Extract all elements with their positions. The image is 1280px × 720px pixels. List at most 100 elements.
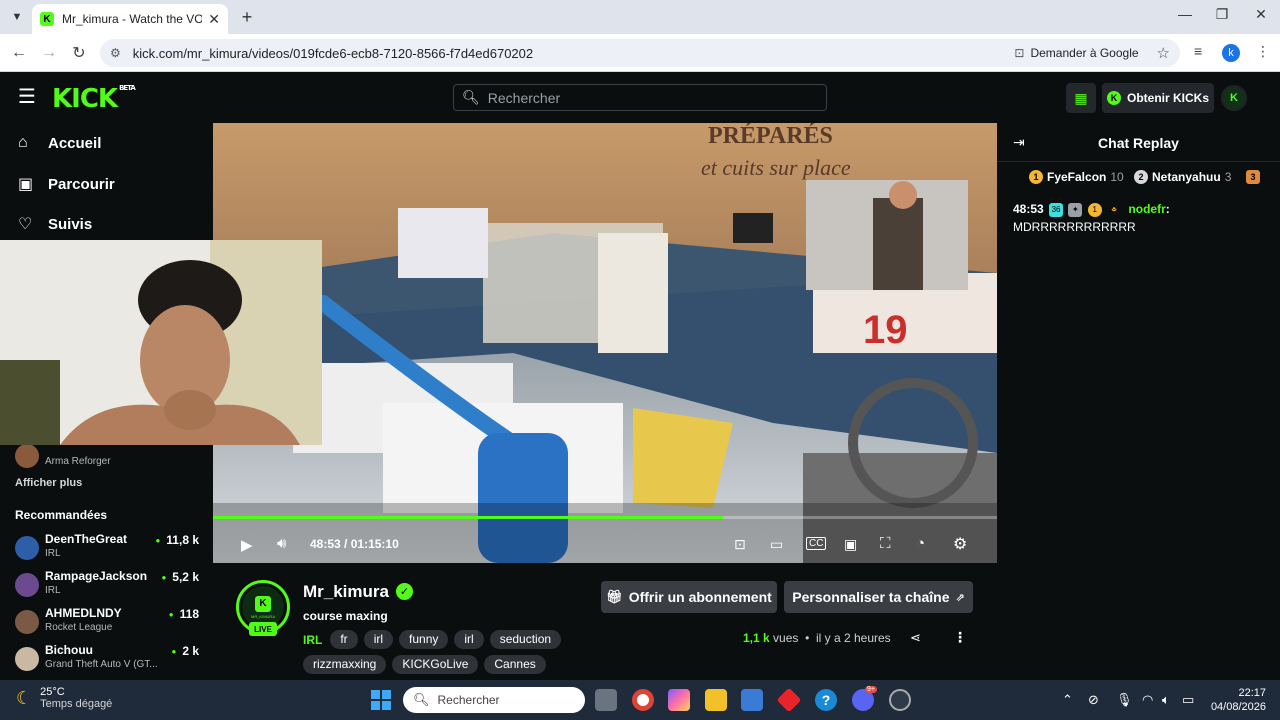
bookmark-star-icon[interactable]: ☆ — [1157, 44, 1170, 62]
kick-logo[interactable]: KICK BETA — [52, 84, 136, 114]
reload-icon[interactable]: ↻ — [68, 42, 90, 64]
taskbar-clock[interactable]: 22:17 04/08/2026 — [1210, 686, 1266, 714]
file-explorer-icon[interactable] — [705, 689, 727, 711]
new-tab-icon[interactable]: + — [236, 6, 258, 28]
copilot-icon[interactable] — [668, 689, 690, 711]
tab-close-icon[interactable]: ✕ — [208, 11, 220, 28]
volume-icon[interactable]: 🔊︎ — [277, 535, 286, 552]
sidebar-item-following[interactable]: ♡ Suivis — [18, 214, 92, 234]
back-icon[interactable]: ← — [8, 42, 30, 64]
clip-icon[interactable]: ⊡ — [734, 536, 746, 553]
tag[interactable]: funny — [399, 630, 449, 649]
channel-avatar — [15, 536, 39, 560]
window-close-icon[interactable]: ✕ — [1246, 6, 1276, 23]
tag[interactable]: seduction — [489, 630, 562, 649]
sidebar-item-home[interactable]: ⌂ Accueil — [18, 134, 101, 152]
browser-tab[interactable]: K Mr_kimura - Watch the VOD on ✕ — [32, 4, 228, 34]
recommended-channel[interactable]: DeenTheGreat IRL 11,8 k — [15, 532, 205, 566]
heart-icon: ♡ — [18, 216, 33, 233]
weather-widget[interactable]: ☾ 25°C Temps dégagé — [16, 686, 112, 710]
tag[interactable]: fr — [330, 630, 358, 649]
battery-icon[interactable]: ▭ — [1182, 692, 1194, 708]
recommended-channel[interactable]: Bichouu Grand Theft Auto V (GT... 2 k — [15, 643, 205, 677]
leaderboard-entry[interactable]: 2 Netanyahuu 3 — [1134, 170, 1231, 184]
tray-app-icon[interactable]: ⊘ — [1088, 692, 1099, 708]
tag[interactable]: irl — [363, 630, 394, 649]
help-icon[interactable]: ? — [815, 689, 837, 711]
message-username[interactable]: nodefr — [1128, 202, 1165, 216]
tab-search-dropdown-icon[interactable]: ▼ — [6, 6, 28, 28]
store-icon[interactable]: ▦ — [1066, 83, 1096, 113]
theater-icon[interactable]: ▭ — [770, 536, 783, 553]
lens-icon: ⊡ — [1014, 46, 1025, 60]
browser-menu-icon[interactable]: ⋮ — [1256, 43, 1270, 60]
url-text[interactable]: kick.com/mr_kimura/videos/019fcde6-ecb8-… — [133, 46, 1015, 61]
get-kicks-button[interactable]: K Obtenir KICKs — [1102, 83, 1214, 113]
subscriber-badge: 36 — [1049, 202, 1064, 217]
captions-icon[interactable]: CC — [806, 537, 827, 550]
app-red-icon[interactable] — [776, 687, 802, 713]
video-player[interactable]: 19 PRÉPARÉS et cuits sur place — [213, 123, 997, 563]
kick-search-input[interactable]: 🔍︎ Rechercher — [453, 84, 827, 111]
chrome-icon[interactable] — [632, 689, 654, 711]
video-progress-bar[interactable] — [213, 516, 997, 519]
tag[interactable]: Cannes — [484, 655, 546, 674]
settings-gear-icon[interactable]: ⚙ — [953, 534, 967, 554]
leaderboard-entry[interactable]: 3 — [1246, 170, 1264, 184]
channel-name: RampageJackson — [45, 569, 148, 583]
gift-sub-button[interactable]: 🎁︎ Offrir un abonnement — [601, 581, 777, 613]
tag-list: IRL fr irl funny irl seduction rizzmaxxi… — [303, 630, 593, 674]
browser-tab-strip: ▼ K Mr_kimura - Watch the VOD on ✕ + — ❐… — [0, 0, 1280, 34]
task-view-icon[interactable] — [595, 689, 617, 711]
tag[interactable]: rizzmaxxing — [303, 655, 387, 674]
tag[interactable]: KICKGoLive — [392, 655, 479, 674]
reading-list-icon[interactable]: ≡ — [1194, 43, 1202, 59]
customize-channel-button[interactable]: Personnaliser ta chaîne ⇗ — [784, 581, 973, 613]
speaker-icon[interactable]: 🔈︎ — [1162, 692, 1170, 708]
sidebar-channel-partial[interactable]: Arma Reforger — [15, 440, 205, 474]
forward-icon[interactable]: → — [38, 42, 60, 64]
fullscreen-icon[interactable]: ⛶ — [880, 535, 891, 552]
category-link[interactable]: IRL — [303, 633, 322, 647]
channel-category: Grand Theft Auto V (GT... — [45, 659, 158, 670]
app-icon[interactable] — [889, 689, 911, 711]
kick-header: ☰ KICK BETA 🔍︎ Rechercher ▦ K Obtenir KIC… — [0, 72, 1280, 122]
pip-icon[interactable]: ▣ — [844, 536, 857, 553]
play-icon[interactable]: ▶ — [241, 536, 253, 554]
svg-text:19: 19 — [863, 308, 908, 352]
tag[interactable]: irl — [454, 630, 484, 649]
leader-name: Netanyahuu — [1152, 170, 1221, 184]
omnibox[interactable]: ⚙ kick.com/mr_kimura/videos/019fcde6-ecb… — [100, 39, 1180, 67]
meta-dot: • — [805, 631, 810, 645]
discord-badge: 9+ — [865, 686, 877, 693]
leaderboard-entry[interactable]: 1 FyeFalcon 10 — [1029, 170, 1124, 184]
recommended-channel[interactable]: AHMEDLNDY Rocket League 118 — [15, 606, 205, 640]
microphone-icon[interactable]: 🎙︎ — [1116, 692, 1133, 708]
restore-icon[interactable]: ❐ — [1207, 6, 1237, 23]
taskbar-search[interactable]: 🔍︎ Rechercher — [403, 687, 585, 713]
tray-chevron-icon[interactable]: ⌃ — [1062, 692, 1073, 708]
site-info-icon[interactable]: ⚙ — [110, 46, 121, 60]
recommended-channel[interactable]: RampageJackson IRL 5,2 k — [15, 569, 205, 603]
windows-start-icon[interactable] — [371, 690, 391, 710]
minimize-icon[interactable]: — — [1170, 6, 1200, 22]
store-app-icon[interactable] — [741, 689, 763, 711]
wifi-icon[interactable]: ◠ — [1142, 692, 1153, 708]
speed-icon[interactable]: ◔ — [916, 535, 925, 552]
taskbar-search-placeholder: Rechercher — [437, 693, 500, 707]
user-avatar[interactable]: K — [1221, 85, 1247, 111]
channel-name-title[interactable]: Mr_kimura — [303, 582, 389, 602]
og-badge-icon: ✦ — [1068, 202, 1083, 217]
sidebar-item-browse[interactable]: ▣ Parcourir — [18, 174, 115, 194]
profile-avatar[interactable]: k — [1222, 44, 1240, 62]
current-time: 48:53 — [310, 537, 341, 551]
show-more-link[interactable]: Afficher plus — [15, 477, 82, 489]
menu-hamburger-icon[interactable]: ☰ — [18, 87, 36, 107]
ask-google-button[interactable]: ⊡ Demander à Google — [1014, 46, 1139, 60]
channel-name: DeenTheGreat — [45, 532, 128, 546]
video-meta: 1,1 k vues • il y a 2 heures — [743, 631, 891, 645]
viewer-count: 2 k — [171, 644, 199, 658]
more-options-icon[interactable]: ⋮ — [953, 629, 967, 646]
external-link-icon: ⇗ — [955, 591, 965, 604]
share-icon[interactable]: ⋖ — [910, 630, 921, 646]
